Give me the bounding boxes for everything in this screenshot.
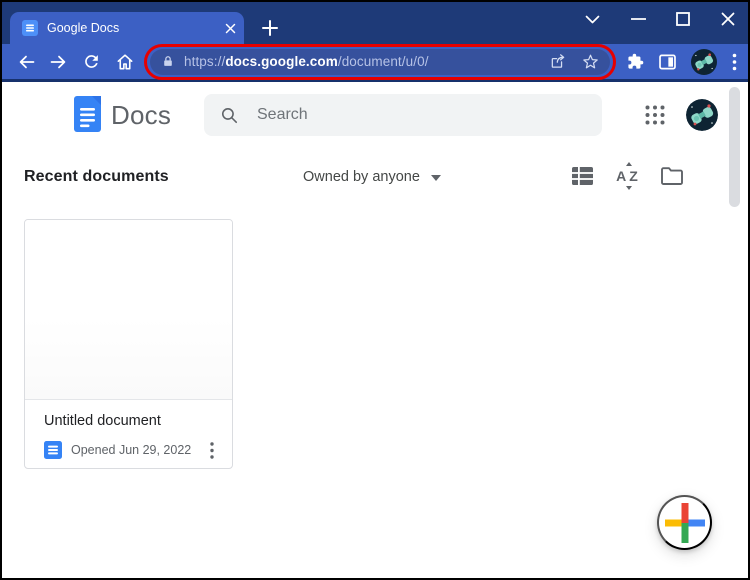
share-icon[interactable] — [549, 53, 567, 70]
document-menu-kebab-icon[interactable] — [202, 439, 222, 461]
document-opened-date: Opened Jun 29, 2022 — [71, 443, 192, 457]
docs-favicon-icon — [22, 20, 38, 36]
docs-home-page: Docs Recent documents Owned by anyone A — [2, 82, 748, 575]
annotation-red-oval: https://docs.google.com/document/u/0/ — [144, 43, 616, 80]
bookmark-star-icon[interactable] — [582, 53, 599, 70]
search-input[interactable] — [257, 106, 557, 124]
document-info: Untitled document Opened Jun 29, 2022 — [25, 400, 232, 461]
reload-icon[interactable] — [75, 47, 108, 77]
owner-filter-label: Owned by anyone — [303, 169, 420, 185]
docs-file-icon — [44, 441, 62, 459]
search-icon — [220, 106, 239, 125]
list-view-icon[interactable] — [570, 164, 594, 188]
section-title: Recent documents — [24, 168, 169, 185]
url-host: docs.google.com — [225, 54, 338, 69]
url-text: https://docs.google.com/document/u/0/ — [184, 54, 429, 69]
extensions-puzzle-icon[interactable] — [627, 53, 644, 70]
side-panel-icon[interactable] — [659, 54, 676, 70]
toolbar-right-cluster — [627, 48, 737, 75]
tab-title: Google Docs — [47, 21, 120, 35]
browser-menu-kebab-icon[interactable] — [732, 53, 737, 71]
url-path: /document/u/0/ — [337, 54, 429, 69]
owner-filter-dropdown[interactable]: Owned by anyone — [303, 169, 441, 185]
main-menu-hamburger-icon[interactable] — [24, 104, 48, 124]
window-minimize-icon[interactable] — [628, 8, 648, 30]
scrollbar-thumb[interactable] — [729, 87, 740, 207]
tab-close-icon[interactable] — [225, 23, 236, 34]
forward-icon[interactable] — [42, 47, 75, 77]
open-file-picker-folder-icon[interactable] — [660, 164, 684, 188]
profile-avatar[interactable] — [691, 48, 717, 75]
sort-up-arrow-icon — [626, 162, 632, 166]
browser-toolbar: https://docs.google.com/document/u/0/ — [2, 43, 748, 82]
window-maximize-icon[interactable] — [673, 8, 693, 30]
docs-wordmark[interactable]: Docs — [111, 100, 171, 131]
document-card[interactable]: Untitled document Opened Jun 29, 2022 — [24, 219, 233, 469]
sort-az-icon[interactable]: A Z — [615, 162, 639, 190]
browser-titlebar: Google Docs — [2, 2, 748, 44]
new-tab-icon[interactable] — [258, 16, 282, 40]
browser-window: Google Docs https://docs.google.com/docu… — [0, 0, 750, 580]
url-scheme: https:// — [184, 54, 226, 69]
sort-letter-z: Z — [629, 168, 638, 184]
profile-avatar[interactable] — [686, 99, 718, 131]
document-thumbnail[interactable] — [25, 220, 232, 400]
window-close-icon[interactable] — [718, 8, 738, 30]
lock-icon[interactable] — [161, 54, 175, 69]
sort-letter-a: A — [616, 168, 627, 184]
multicolor-plus-icon — [664, 502, 705, 543]
sort-down-arrow-icon — [626, 186, 632, 190]
view-options: A Z — [570, 162, 684, 190]
home-icon[interactable] — [108, 47, 141, 77]
back-icon[interactable] — [9, 47, 42, 77]
google-apps-grid-icon[interactable] — [644, 104, 666, 126]
create-new-document-fab[interactable] — [657, 495, 712, 550]
search-bar[interactable] — [204, 94, 602, 136]
browser-tab-google-docs[interactable]: Google Docs — [10, 12, 244, 44]
chevron-down-icon — [430, 175, 441, 181]
document-title: Untitled document — [44, 413, 161, 429]
address-bar[interactable]: https://docs.google.com/document/u/0/ — [150, 48, 610, 75]
window-chevron-down-icon[interactable] — [582, 8, 602, 30]
docs-logo-icon[interactable] — [74, 96, 101, 137]
